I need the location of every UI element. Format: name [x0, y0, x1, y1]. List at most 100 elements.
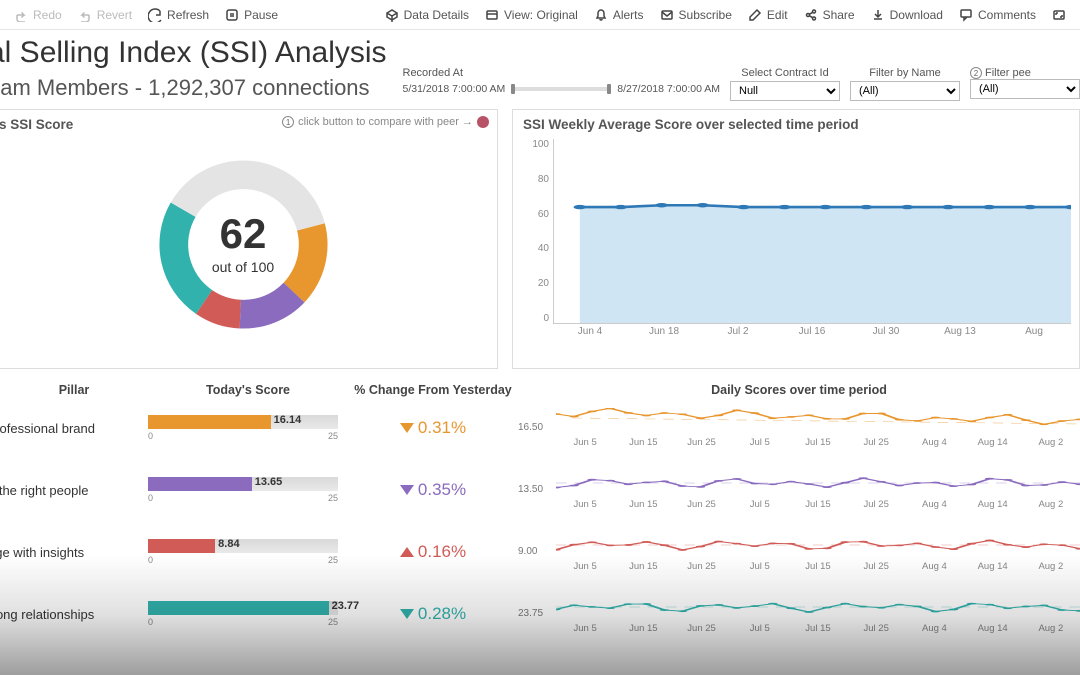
- bar-value: 23.77: [332, 600, 360, 612]
- fullscreen-button[interactable]: [1044, 1, 1074, 29]
- table-row: d the right people13.650250.35%13.50Jun …: [0, 459, 1080, 521]
- spark-point: [1021, 485, 1030, 487]
- spark-x-tick: Jun 5: [556, 437, 614, 448]
- share-button[interactable]: Share: [796, 1, 863, 29]
- spark-point: [949, 418, 958, 420]
- comments-icon: [959, 8, 973, 22]
- spark-x-tick: Aug 14: [964, 623, 1022, 634]
- contract-select[interactable]: Null: [730, 81, 840, 101]
- spark-x-tick: Jul 25: [847, 561, 905, 572]
- spark-x-tick: Aug 2: [1022, 499, 1080, 510]
- bar-fill: [148, 415, 271, 429]
- spark-x-tick: Aug 2: [1022, 561, 1080, 572]
- spark-point: [804, 483, 813, 485]
- comments-button[interactable]: Comments: [951, 1, 1044, 29]
- x-tick: Jun 18: [627, 326, 701, 344]
- pillar-score-cell: 13.65025: [148, 477, 348, 503]
- spark-point: [714, 541, 723, 543]
- spark-point: [605, 607, 614, 609]
- pillar-score-cell: 16.14025: [148, 415, 348, 441]
- y-tick: 60: [519, 209, 549, 220]
- filter-name-select[interactable]: (All): [850, 81, 960, 101]
- refresh-button[interactable]: Refresh: [140, 1, 217, 29]
- weekly-average-panel: SSI Weekly Average Score over selected t…: [512, 109, 1080, 369]
- spark-point: [840, 541, 849, 543]
- spark-point: [714, 415, 723, 417]
- table-row: professional brand16.140250.31%16.50Jun …: [0, 397, 1080, 459]
- pillar-daily-cell: 23.75Jun 5Jun 15Jun 25Jul 5Jul 15Jul 25A…: [518, 594, 1080, 634]
- area-point: [860, 205, 872, 209]
- recorded-at-filter: Recorded At 5/31/2018 7:00:00 AM 8/27/20…: [403, 67, 721, 95]
- spark-point: [1003, 544, 1012, 546]
- spark-line: [556, 604, 1080, 612]
- area-point: [901, 205, 913, 209]
- spark-point: [642, 541, 651, 543]
- spark-point: [967, 420, 976, 422]
- spark-point: [750, 483, 759, 485]
- subscribe-button[interactable]: Subscribe: [652, 1, 740, 29]
- spark-point: [642, 481, 651, 483]
- y-tick: 40: [519, 243, 549, 254]
- ssi-score-sub: out of 100: [212, 259, 274, 275]
- pillar-score-cell: 23.77025: [148, 601, 348, 627]
- spark-x-tick: Jun 15: [614, 623, 672, 634]
- spark-point: [587, 541, 596, 543]
- bar-min: 0: [148, 431, 153, 441]
- spark-point: [605, 544, 614, 546]
- spark-point: [1057, 544, 1066, 546]
- x-tick: Aug 13: [923, 326, 997, 344]
- ssi-score-panel: s SSI Score 1 click button to compare wi…: [0, 109, 498, 369]
- spark-point: [985, 604, 994, 606]
- view-button[interactable]: View: Original: [477, 1, 586, 29]
- spark-point: [877, 607, 886, 609]
- page-title: al Selling Index (SSI) Analysis: [0, 36, 387, 69]
- spark-point: [895, 545, 904, 547]
- spark-point: [750, 412, 759, 414]
- data-details-button[interactable]: Data Details: [377, 1, 477, 29]
- spark-point: [1039, 423, 1048, 425]
- download-button[interactable]: Download: [863, 1, 951, 29]
- pillar-name: d the right people: [0, 483, 148, 498]
- revert-button: Revert: [70, 1, 140, 29]
- spark-point: [786, 607, 795, 609]
- filter-peer-label: Filter pee: [985, 67, 1031, 79]
- toolbar-label: Edit: [767, 8, 788, 22]
- spark-point: [913, 420, 922, 422]
- spark-point: [786, 481, 795, 483]
- triangle-down-icon: [400, 485, 414, 495]
- spark-point: [949, 548, 958, 550]
- col-change-header: % Change From Yesterday: [348, 383, 518, 397]
- col-pillar-header: Pillar: [0, 383, 148, 397]
- spark-point: [1039, 484, 1048, 486]
- compare-peer-button[interactable]: [477, 116, 489, 128]
- area-point: [737, 205, 749, 209]
- spark-point: [678, 413, 687, 415]
- toolbar-label: View: Original: [504, 8, 578, 22]
- spark-point: [1021, 606, 1030, 608]
- bar-max: 25: [328, 555, 338, 565]
- pause-button[interactable]: Pause: [217, 1, 286, 29]
- pillar-table: Pillar Today's Score % Change From Yeste…: [0, 383, 1080, 645]
- redo-button: Redo: [6, 1, 70, 29]
- pillar-name: age with insights: [0, 545, 148, 560]
- spark-point: [804, 548, 813, 550]
- area-point: [656, 203, 668, 207]
- area-point: [983, 205, 995, 209]
- alerts-button[interactable]: Alerts: [586, 1, 652, 29]
- edit-button[interactable]: Edit: [740, 1, 796, 29]
- filter-peer-select[interactable]: (All): [970, 79, 1080, 99]
- pillar-change: 0.16%: [348, 542, 518, 562]
- time-range-slider[interactable]: [511, 87, 611, 91]
- spark-point: [1003, 607, 1012, 609]
- spark-x-tick: Jul 25: [847, 623, 905, 634]
- spark-point: [605, 480, 614, 482]
- spark-x-tick: Jun 25: [672, 499, 730, 510]
- spark-point: [985, 478, 994, 480]
- pillar-score-cell: 8.84025: [148, 539, 348, 565]
- tableau-toolbar: RedoRevert Refresh Pause Data Details View:…: [0, 0, 1080, 30]
- toolbar-label: Refresh: [167, 8, 209, 22]
- spark-x-tick: Jun 15: [614, 499, 672, 510]
- spark-point: [660, 480, 669, 482]
- spark-point: [732, 478, 741, 480]
- spark-point: [587, 479, 596, 481]
